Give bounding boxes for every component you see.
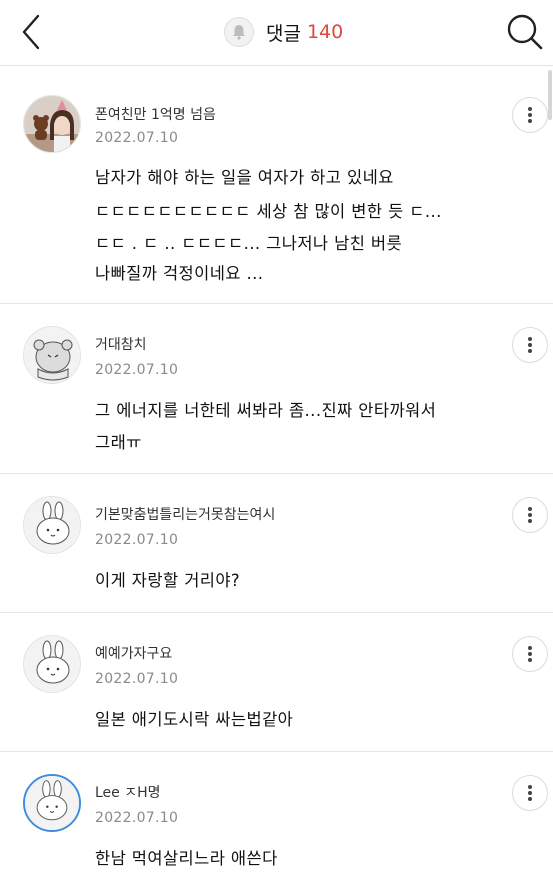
avatar[interactable] bbox=[23, 635, 81, 693]
default-avatar-bear-icon bbox=[24, 327, 80, 383]
comment-text-line: ㄷㄷ . ㄷ .. ㄷㄷㄷㄷ... 그나저나 남친 버릇 bbox=[95, 234, 403, 253]
more-vertical-icon bbox=[528, 107, 532, 123]
default-avatar-rabbit-icon bbox=[24, 636, 80, 692]
page-title: 댓글 bbox=[266, 22, 301, 45]
comment-item: Lee ㅈH명 2022.07.10 한남 먹여살리느라 애쓴다 bbox=[0, 752, 553, 892]
avatar[interactable] bbox=[23, 496, 81, 554]
more-options-button[interactable] bbox=[512, 636, 548, 672]
comment-date: 2022.07.10 bbox=[95, 130, 179, 146]
comment-item: 예예가자구요 2022.07.10 일본 애기도시락 싸는법같아 bbox=[0, 613, 553, 752]
more-vertical-icon bbox=[528, 785, 532, 801]
more-vertical-icon bbox=[528, 507, 532, 523]
comment-date: 2022.07.10 bbox=[95, 532, 179, 548]
comment-text-line: 남자가 해야 하는 일을 여자가 하고 있네요 bbox=[95, 168, 394, 187]
profile-photo-icon bbox=[24, 96, 80, 152]
more-options-button[interactable] bbox=[512, 775, 548, 811]
chevron-left-icon bbox=[22, 14, 40, 50]
header-bar: 댓글 140 bbox=[0, 0, 553, 66]
more-options-button[interactable] bbox=[512, 327, 548, 363]
comment-author[interactable]: 예예가자구요 bbox=[95, 643, 172, 663]
more-options-button[interactable] bbox=[512, 497, 548, 533]
comment-item: 폰여친만 1억명 넘음 2022.07.10 남자가 해야 하는 일을 여자가 … bbox=[0, 66, 553, 304]
avatar[interactable] bbox=[23, 774, 81, 832]
comment-text-line: 이게 자랑할 거리야? bbox=[95, 571, 241, 590]
comment-author[interactable]: 기본맞춤법틀리는거못참는여시 bbox=[95, 504, 275, 524]
more-vertical-icon bbox=[528, 337, 532, 353]
comment-text-line: 그 에너지를 너한테 써봐라 좀...진짜 안타까워서 bbox=[95, 401, 437, 420]
default-avatar-rabbit-icon bbox=[24, 497, 80, 553]
comment-author[interactable]: 폰여친만 1억명 넘음 bbox=[95, 104, 216, 124]
more-options-button[interactable] bbox=[512, 97, 548, 133]
more-vertical-icon bbox=[528, 646, 532, 662]
comment-text-line: 한남 먹여살리느라 애쓴다 bbox=[95, 849, 278, 868]
default-avatar-rabbit-icon bbox=[25, 776, 79, 830]
search-button[interactable] bbox=[503, 10, 547, 54]
avatar[interactable] bbox=[23, 326, 81, 384]
comment-text-line: 그래ㅠ bbox=[95, 433, 142, 452]
bell-icon bbox=[233, 25, 245, 40]
search-icon bbox=[507, 14, 543, 50]
comment-author[interactable]: 거대참치 bbox=[95, 334, 147, 354]
comment-item: 거대참치 2022.07.10 그 에너지를 너한테 써봐라 좀...진짜 안타… bbox=[0, 304, 553, 474]
comment-text-line: 일본 애기도시락 싸는법같아 bbox=[95, 710, 294, 729]
comment-text-line: 나빠질까 걱정이네요 ... bbox=[95, 264, 264, 283]
avatar[interactable] bbox=[23, 95, 81, 153]
header-title-group: 댓글 140 bbox=[224, 15, 343, 49]
comment-item: 기본맞춤법틀리는거못참는여시 2022.07.10 이게 자랑할 거리야? bbox=[0, 474, 553, 613]
comment-date: 2022.07.10 bbox=[95, 810, 179, 826]
comment-list: 폰여친만 1억명 넘음 2022.07.10 남자가 해야 하는 일을 여자가 … bbox=[0, 66, 553, 892]
comment-date: 2022.07.10 bbox=[95, 362, 179, 378]
comment-date: 2022.07.10 bbox=[95, 671, 179, 687]
comment-author[interactable]: Lee ㅈH명 bbox=[95, 782, 161, 802]
notification-toggle[interactable] bbox=[224, 17, 254, 47]
back-button[interactable] bbox=[14, 12, 54, 52]
comment-text-line: ㄷㄷㄷㄷㄷㄷㄷㄷㄷㄷ 세상 참 많이 변한 듯 ㄷ... bbox=[95, 202, 442, 221]
comment-count: 140 bbox=[306, 21, 344, 43]
